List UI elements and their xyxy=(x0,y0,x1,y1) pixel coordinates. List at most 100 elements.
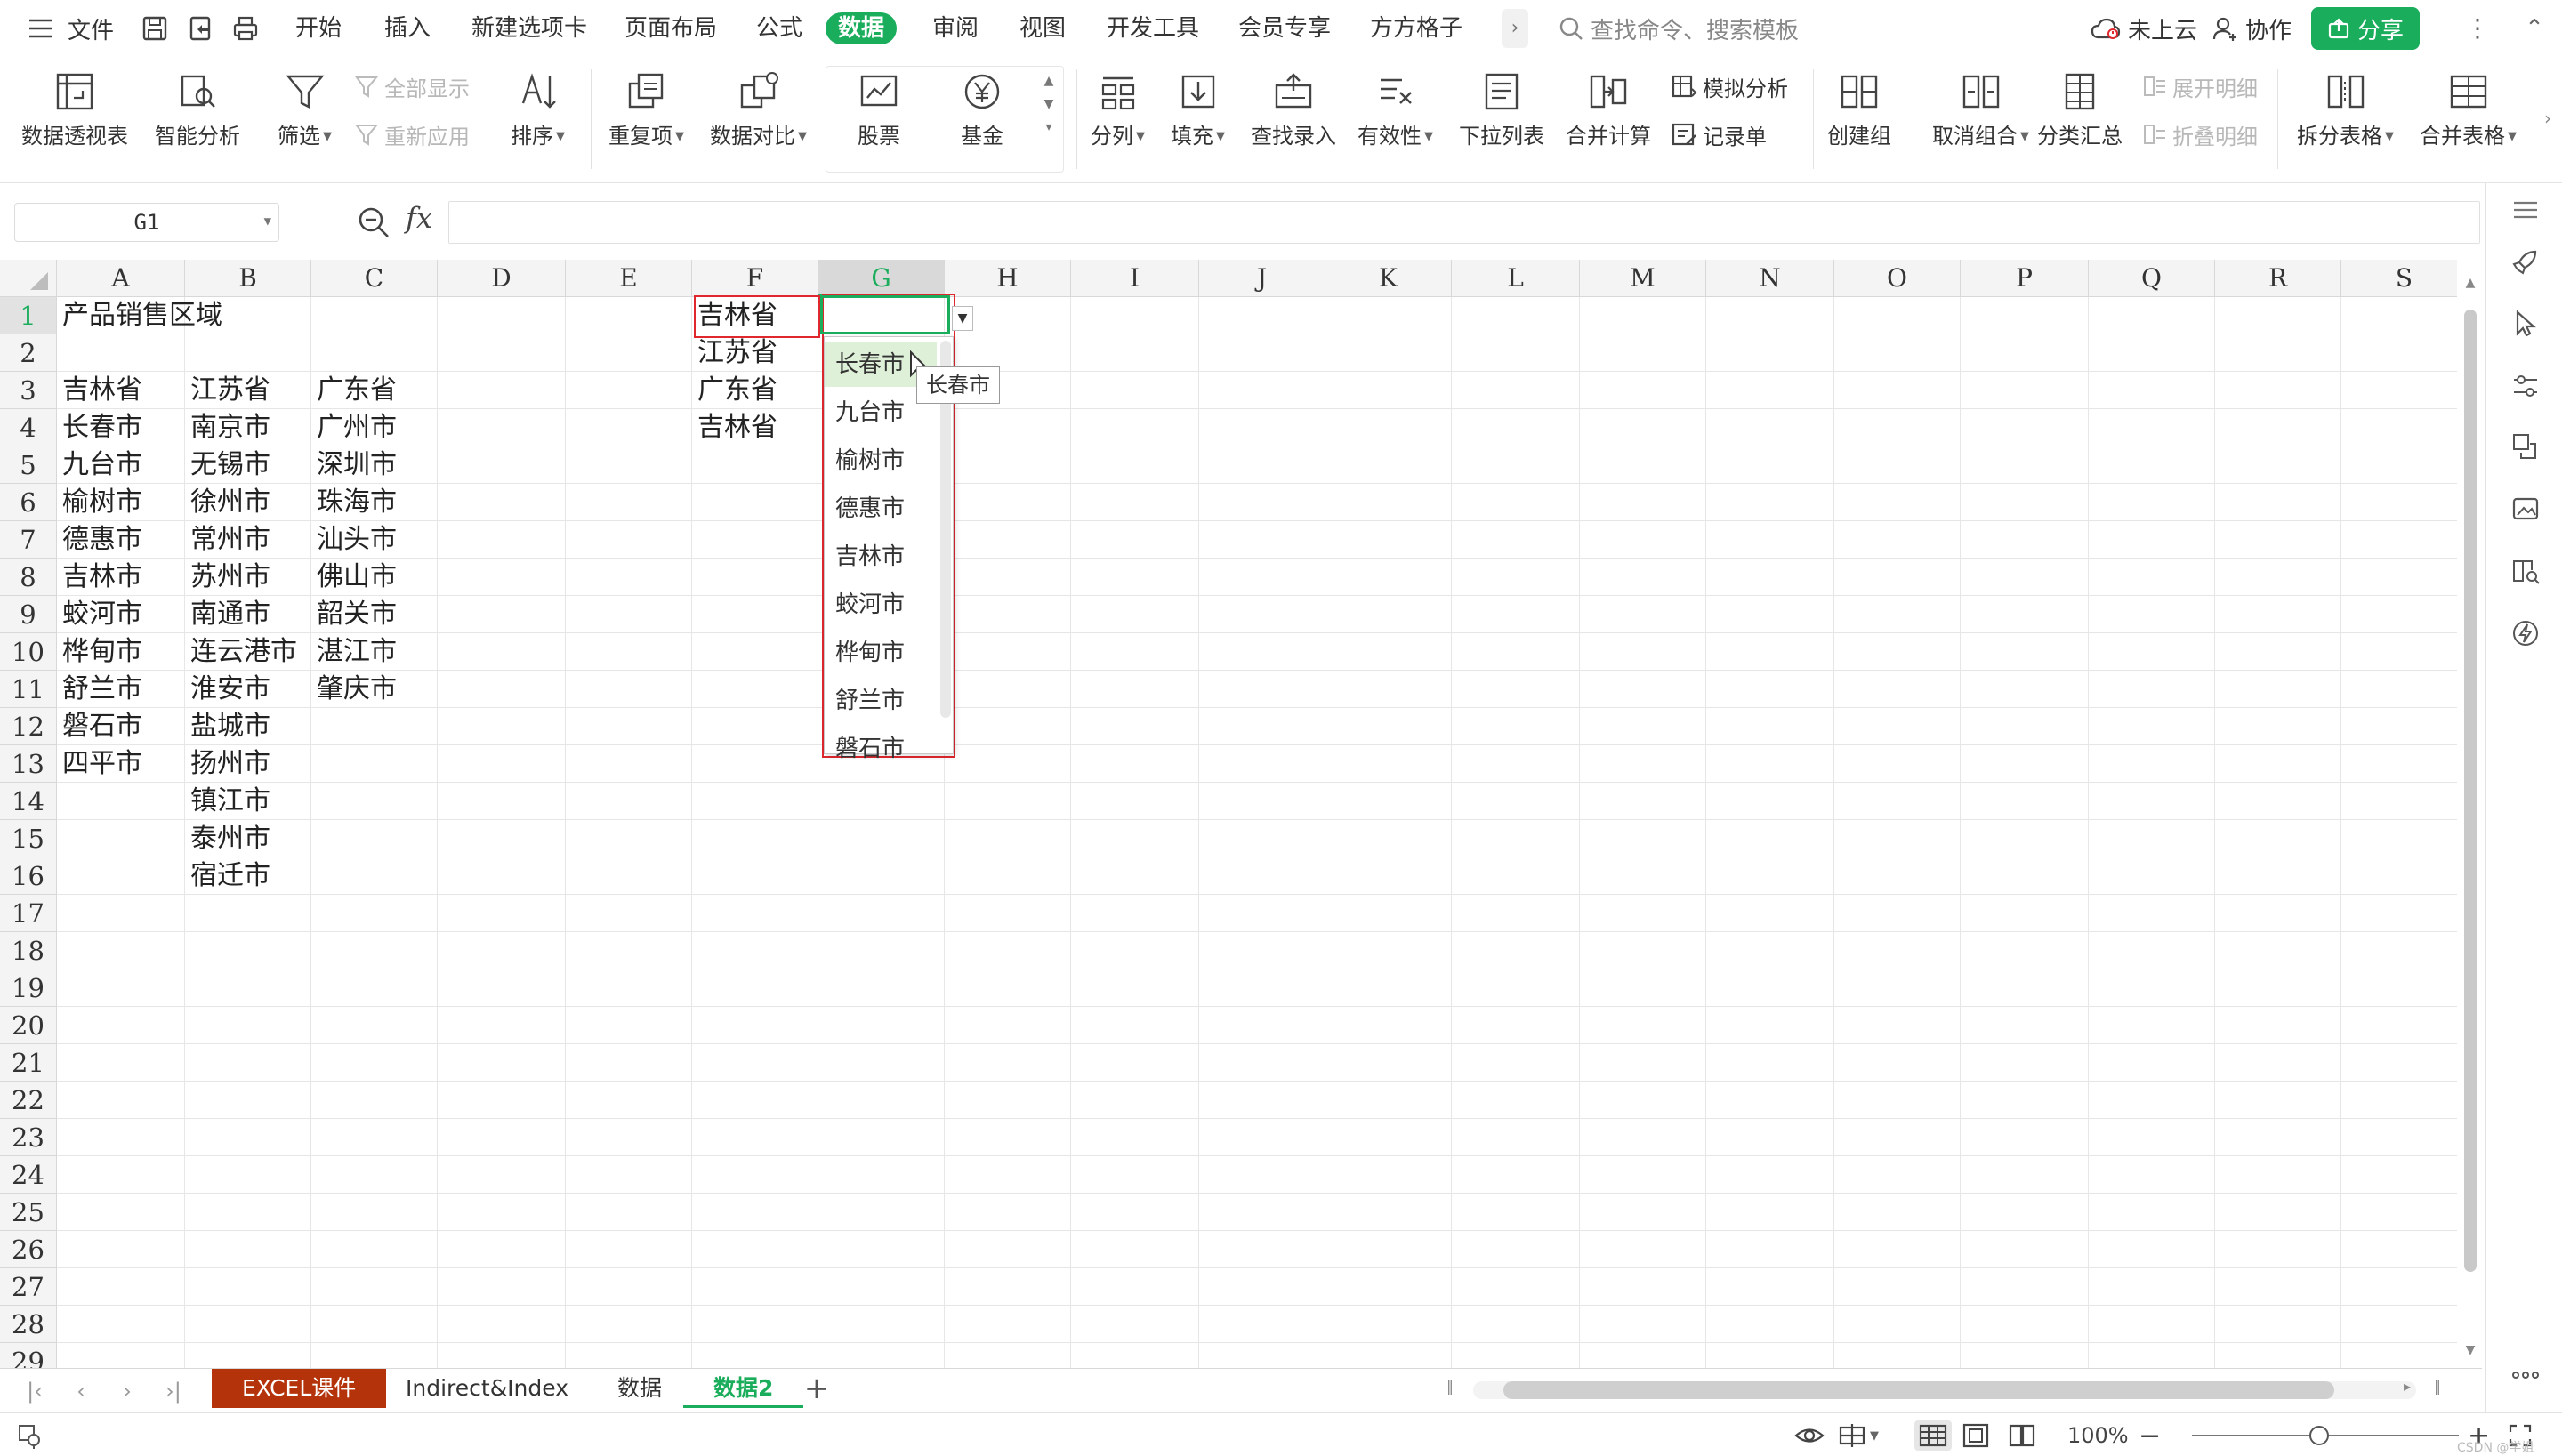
cell-l6[interactable] xyxy=(1452,484,1580,521)
cell-dropdown-button[interactable]: ▼ xyxy=(952,306,973,331)
cell-h26[interactable] xyxy=(945,1231,1071,1268)
cell-i26[interactable] xyxy=(1071,1231,1199,1268)
cell-i4[interactable] xyxy=(1071,409,1199,446)
scroll-right-icon[interactable]: ▸ xyxy=(2404,1378,2411,1395)
tab-new[interactable]: 新建选项卡 xyxy=(471,12,587,44)
cell-n4[interactable] xyxy=(1706,409,1834,446)
sheet-tab-data[interactable]: 数据 xyxy=(587,1369,692,1408)
cell-a2[interactable] xyxy=(57,334,185,372)
cell-a25[interactable] xyxy=(57,1194,185,1231)
expand-detail-button[interactable]: 展开明细 xyxy=(2142,71,2258,101)
cell-a21[interactable] xyxy=(57,1044,185,1082)
record-form-button[interactable]: 记录单 xyxy=(1671,119,1767,149)
cell-n12[interactable] xyxy=(1706,708,1834,745)
cell-a12[interactable]: 磐石市 xyxy=(57,708,185,745)
cell-c9[interactable]: 韶关市 xyxy=(311,596,438,633)
stock-button[interactable]: 股票 xyxy=(852,66,906,149)
cell-m28[interactable] xyxy=(1580,1306,1706,1343)
cell-b16[interactable]: 宿迁市 xyxy=(185,857,311,895)
cell-g19[interactable] xyxy=(818,969,945,1007)
cell-o29[interactable] xyxy=(1834,1343,1961,1368)
cell-a10[interactable]: 桦甸市 xyxy=(57,633,185,671)
cell-g26[interactable] xyxy=(818,1231,945,1268)
cell-p17[interactable] xyxy=(1961,895,2089,932)
cell-p6[interactable] xyxy=(1961,484,2089,521)
cell-a1[interactable]: 产品销售区域 xyxy=(57,297,222,334)
cell-h13[interactable] xyxy=(945,745,1071,783)
share-button[interactable]: 分享 xyxy=(2311,7,2420,50)
cell-p20[interactable] xyxy=(1961,1007,2089,1044)
cell-p23[interactable] xyxy=(1961,1119,2089,1156)
cell-f24[interactable] xyxy=(692,1156,818,1194)
cell-r19[interactable] xyxy=(2215,969,2341,1007)
cell-r26[interactable] xyxy=(2215,1231,2341,1268)
cell-d8[interactable] xyxy=(438,559,566,596)
row-header-21[interactable]: 21 xyxy=(0,1044,57,1082)
cell-h10[interactable] xyxy=(945,633,1071,671)
cell-b11[interactable]: 淮安市 xyxy=(185,671,311,708)
cell-p14[interactable] xyxy=(1961,783,2089,820)
cell-f25[interactable] xyxy=(692,1194,818,1231)
cell-i9[interactable] xyxy=(1071,596,1199,633)
cell-n19[interactable] xyxy=(1706,969,1834,1007)
validity-button[interactable]: 有效性 ▼ xyxy=(1358,66,1433,149)
cell-d1[interactable] xyxy=(438,297,566,334)
select-all-corner[interactable] xyxy=(0,260,57,297)
cell-i29[interactable] xyxy=(1071,1343,1199,1368)
column-header-j[interactable]: J xyxy=(1199,260,1325,297)
cell-c25[interactable] xyxy=(311,1194,438,1231)
macro-record-icon[interactable] xyxy=(16,1420,43,1451)
cell-k29[interactable] xyxy=(1325,1343,1452,1368)
cell-p5[interactable] xyxy=(1961,446,2089,484)
cell-m13[interactable] xyxy=(1580,745,1706,783)
column-header-i[interactable]: I xyxy=(1071,260,1199,297)
cell-r5[interactable] xyxy=(2215,446,2341,484)
cell-d16[interactable] xyxy=(438,857,566,895)
cell-c4[interactable]: 广州市 xyxy=(311,409,438,446)
cell-b28[interactable] xyxy=(185,1306,311,1343)
first-sheet-icon[interactable]: |‹ xyxy=(21,1376,48,1406)
cell-r1[interactable] xyxy=(2215,297,2341,334)
cell-a19[interactable] xyxy=(57,969,185,1007)
fund-button[interactable]: 基金 xyxy=(955,66,1009,149)
column-header-s[interactable]: S xyxy=(2341,260,2468,297)
cell-j25[interactable] xyxy=(1199,1194,1325,1231)
cell-c12[interactable] xyxy=(311,708,438,745)
cell-e4[interactable] xyxy=(566,409,692,446)
cell-k9[interactable] xyxy=(1325,596,1452,633)
cell-r16[interactable] xyxy=(2215,857,2341,895)
cell-g20[interactable] xyxy=(818,1007,945,1044)
cell-c1[interactable] xyxy=(311,297,438,334)
cell-e6[interactable] xyxy=(566,484,692,521)
cell-o11[interactable] xyxy=(1834,671,1961,708)
column-header-e[interactable]: E xyxy=(566,260,692,297)
row-header-24[interactable]: 24 xyxy=(0,1156,57,1194)
add-sheet-button[interactable]: + xyxy=(801,1372,833,1406)
row-header-20[interactable]: 20 xyxy=(0,1007,57,1044)
row-header-1[interactable]: 1 xyxy=(0,297,57,334)
cell-a28[interactable] xyxy=(57,1306,185,1343)
cell-p12[interactable] xyxy=(1961,708,2089,745)
cell-e19[interactable] xyxy=(566,969,692,1007)
cell-s4[interactable] xyxy=(2341,409,2468,446)
cell-s11[interactable] xyxy=(2341,671,2468,708)
cell-d27[interactable] xyxy=(438,1268,566,1306)
cell-b1[interactable] xyxy=(185,297,311,334)
row-header-14[interactable]: 14 xyxy=(0,783,57,820)
cell-j20[interactable] xyxy=(1199,1007,1325,1044)
cell-k4[interactable] xyxy=(1325,409,1452,446)
cell-p19[interactable] xyxy=(1961,969,2089,1007)
row-header-19[interactable]: 19 xyxy=(0,969,57,1007)
cell-e18[interactable] xyxy=(566,932,692,969)
cell-q19[interactable] xyxy=(2089,969,2215,1007)
cell-s14[interactable] xyxy=(2341,783,2468,820)
cell-h28[interactable] xyxy=(945,1306,1071,1343)
cell-j19[interactable] xyxy=(1199,969,1325,1007)
cell-m26[interactable] xyxy=(1580,1231,1706,1268)
cell-k21[interactable] xyxy=(1325,1044,1452,1082)
chevron-down-icon[interactable]: ▼ xyxy=(264,214,271,229)
last-sheet-icon[interactable]: ›| xyxy=(160,1376,187,1406)
cell-n21[interactable] xyxy=(1706,1044,1834,1082)
cell-q20[interactable] xyxy=(2089,1007,2215,1044)
cell-b17[interactable] xyxy=(185,895,311,932)
